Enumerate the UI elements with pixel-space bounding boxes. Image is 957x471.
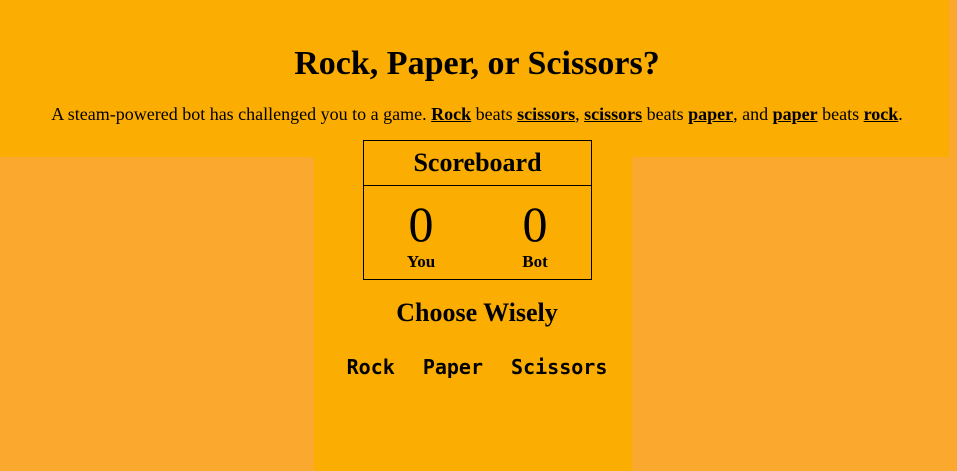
intro-paper-1: paper <box>688 104 734 124</box>
scoreboard-title: Scoreboard <box>364 141 591 186</box>
intro-scissors-2: scissors <box>584 104 643 124</box>
page-title: Rock, Paper, or Scissors? <box>294 45 660 82</box>
intro-prefix: A steam-powered bot has challenged you t… <box>51 104 427 124</box>
player-score: 0 You <box>371 186 471 272</box>
intro-period: . <box>898 104 903 124</box>
paper-button[interactable]: Paper <box>423 352 483 382</box>
bot-score-label: Bot <box>522 252 548 271</box>
intro-comma: , <box>575 104 580 124</box>
intro-beats-3: beats <box>822 104 860 124</box>
intro-scissors-1: scissors <box>517 104 576 124</box>
intro-text: A steam-powered bot has challenged you t… <box>0 102 954 126</box>
intro-beats-1: beats <box>475 104 513 124</box>
intro-and: , and <box>733 104 769 124</box>
rock-button[interactable]: Rock <box>347 352 395 382</box>
player-score-value: 0 <box>408 196 434 252</box>
bot-score-value: 0 <box>522 196 548 252</box>
scissors-button[interactable]: Scissors <box>511 352 607 382</box>
bot-score: 0 Bot <box>485 186 585 272</box>
intro-beats-2: beats <box>646 104 684 124</box>
scores: 0 You 0 Bot <box>364 186 591 279</box>
scoreboard: Scoreboard 0 You 0 Bot <box>363 140 592 280</box>
player-score-label: You <box>406 252 436 271</box>
choice-buttons: Rock Paper Scissors <box>314 352 640 382</box>
intro-rock: Rock <box>431 104 472 124</box>
intro-rock-2: rock <box>863 104 899 124</box>
choose-heading: Choose Wisely <box>396 298 558 327</box>
intro-paper-2: paper <box>772 104 818 124</box>
page: Rock, Paper, or Scissors? A steam-powere… <box>0 0 957 471</box>
